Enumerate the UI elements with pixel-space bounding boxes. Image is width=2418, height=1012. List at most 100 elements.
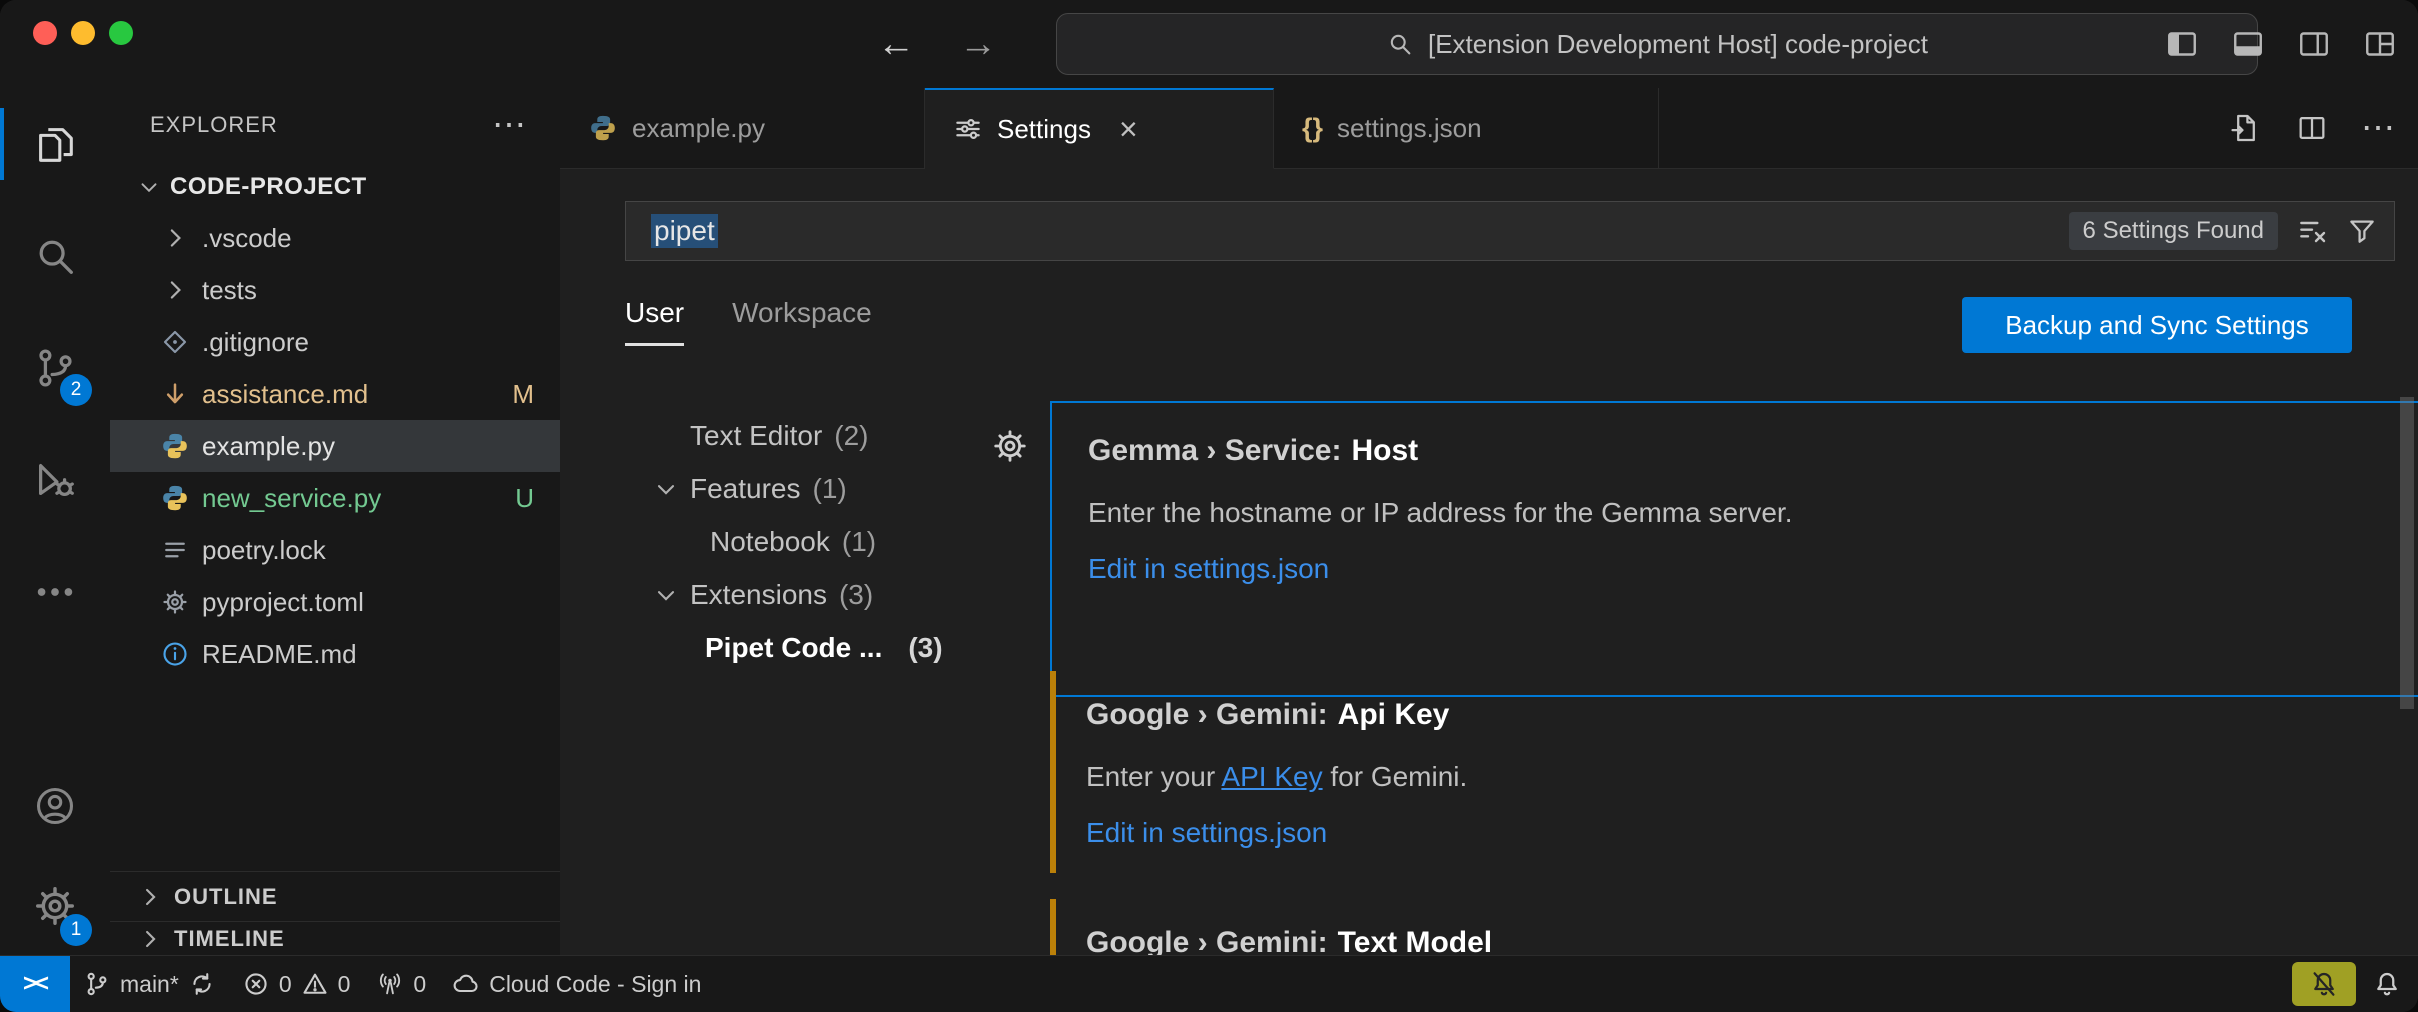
file-name: .vscode <box>202 223 292 254</box>
setting-name: Text Model <box>1338 926 1492 957</box>
toc-label: Features <box>690 473 801 505</box>
python-file-icon <box>588 113 618 143</box>
settings-editor: pipet 6 Settings Found User Workspace Ba… <box>560 169 2418 957</box>
settings-count-badge: 6 Settings Found <box>2069 212 2278 250</box>
api-key-link[interactable]: API Key <box>1221 761 1322 792</box>
close-icon[interactable]: × <box>1119 116 1138 142</box>
setting-item-gemini-text-model[interactable]: Google › Gemini: Text Model <box>1050 895 2418 957</box>
status-bar: >< main* 0 0 0 <box>0 955 2418 1012</box>
back-button[interactable]: ← <box>868 0 924 88</box>
maximize-window-button[interactable] <box>109 21 133 45</box>
file-item-vscode[interactable]: .vscode <box>110 212 560 264</box>
forward-button[interactable]: → <box>950 0 1006 88</box>
file-item-readme-md[interactable]: README.md <box>110 628 560 680</box>
setting-category: Google › Gemini: <box>1086 926 1328 957</box>
chevron-right-icon <box>160 275 190 305</box>
filter-icon[interactable] <box>2346 215 2378 247</box>
chevron-right-icon <box>136 883 164 911</box>
toggle-secondary-sidebar-icon[interactable] <box>2294 24 2334 64</box>
setting-description: Enter your API Key for Gemini. <box>1086 759 2418 795</box>
toc-notebook[interactable]: Notebook (1) <box>625 515 1035 568</box>
setting-description: Enter the hostname or IP address for the… <box>1088 495 2418 531</box>
git-file-icon <box>160 327 190 357</box>
do-not-disturb-item[interactable] <box>2292 962 2356 1006</box>
cloud-code-item[interactable]: Cloud Code - Sign in <box>439 956 714 1012</box>
settings-sliders-icon <box>953 114 983 144</box>
ports-item[interactable]: 0 <box>363 956 439 1012</box>
explorer-sidebar: EXPLORER ⋯ CODE-PROJECT .vscode tests .g… <box>110 88 561 956</box>
setting-item-gemini-api-key[interactable]: Google › Gemini:Api Key Enter your API K… <box>1050 667 2418 877</box>
file-name: poetry.lock <box>202 535 326 566</box>
python-file-icon <box>160 483 190 513</box>
clear-filters-icon[interactable] <box>2296 215 2328 247</box>
explorer-more-actions-icon[interactable]: ⋯ <box>492 115 526 135</box>
project-root-folder[interactable]: CODE-PROJECT <box>110 162 560 212</box>
split-editor-icon[interactable] <box>2294 110 2330 146</box>
toggle-primary-sidebar-icon[interactable] <box>2162 24 2202 64</box>
toc-text-editor[interactable]: Text Editor (2) <box>625 409 1035 462</box>
file-item-gitignore[interactable]: .gitignore <box>110 316 560 368</box>
toc-pipet-code[interactable]: Pipet Code ... (3) <box>625 621 1035 674</box>
activity-explorer[interactable] <box>0 88 110 200</box>
lock-file-icon <box>160 535 190 565</box>
file-item-assistance-md[interactable]: assistance.md M <box>110 368 560 420</box>
file-item-tests[interactable]: tests <box>110 264 560 316</box>
run-debug-icon <box>32 457 78 503</box>
setting-gear-icon[interactable] <box>991 427 1029 465</box>
tab-example-py[interactable]: example.py <box>560 88 925 168</box>
file-item-poetry-lock[interactable]: poetry.lock <box>110 524 560 576</box>
close-window-button[interactable] <box>33 21 57 45</box>
scm-changes-badge: 2 <box>60 374 92 406</box>
scrollbar[interactable] <box>2400 397 2414 709</box>
settings-toc: Text Editor (2) Features (1) Notebook (1… <box>625 409 1035 674</box>
activity-more[interactable] <box>0 536 110 648</box>
backup-sync-settings-button[interactable]: Backup and Sync Settings <box>1962 297 2352 353</box>
tab-workspace[interactable]: Workspace <box>732 297 872 346</box>
editor-more-actions-icon[interactable]: ⋯ <box>2360 110 2396 146</box>
file-item-example-py[interactable]: example.py <box>110 420 560 472</box>
settings-search-input[interactable]: pipet 6 Settings Found <box>625 201 2395 261</box>
edit-in-settings-json-link[interactable]: Edit in settings.json <box>1088 553 1329 585</box>
activity-search[interactable] <box>0 200 110 312</box>
notifications-item[interactable] <box>2366 956 2408 1012</box>
description-text: Enter your <box>1086 761 1221 792</box>
activity-settings[interactable]: 1 <box>0 856 110 956</box>
git-status-badge: M <box>512 379 534 410</box>
setting-title: Google › Gemini:Api Key <box>1086 695 2418 735</box>
git-branch-item[interactable]: main* <box>70 956 229 1012</box>
open-settings-json-icon[interactable] <box>2228 110 2264 146</box>
chevron-down-icon <box>652 581 680 609</box>
toml-gear-icon <box>160 587 190 617</box>
setting-category: Google › Gemini: <box>1086 698 1328 731</box>
file-item-new-service-py[interactable]: new_service.py U <box>110 472 560 524</box>
activity-account[interactable] <box>0 756 110 856</box>
toc-features[interactable]: Features (1) <box>625 462 1035 515</box>
minimize-window-button[interactable] <box>71 21 95 45</box>
cloud-icon <box>452 970 480 998</box>
customize-layout-icon[interactable] <box>2360 24 2400 64</box>
setting-item-gemma-service-host[interactable]: Gemma › Service:Host Enter the hostname … <box>1050 401 2418 697</box>
activity-source-control[interactable]: 2 <box>0 312 110 424</box>
toc-extensions[interactable]: Extensions (3) <box>625 568 1035 621</box>
setting-name: Host <box>1351 434 1418 467</box>
timeline-section-header[interactable]: TIMELINE <box>110 921 560 956</box>
warning-count: 0 <box>338 971 351 998</box>
command-center[interactable]: [Extension Development Host] code-projec… <box>1056 13 2258 75</box>
chevron-right-icon <box>160 223 190 253</box>
search-icon <box>1386 30 1414 58</box>
file-name: pyproject.toml <box>202 587 364 618</box>
remote-indicator[interactable]: >< <box>0 956 70 1012</box>
edit-in-settings-json-link[interactable]: Edit in settings.json <box>1086 817 1327 849</box>
file-name: .gitignore <box>202 327 309 358</box>
file-item-pyproject-toml[interactable]: pyproject.toml <box>110 576 560 628</box>
problems-item[interactable]: 0 0 <box>229 956 364 1012</box>
tab-settings[interactable]: Settings × <box>925 88 1274 169</box>
branch-label: main* <box>120 971 179 998</box>
tab-user[interactable]: User <box>625 297 684 346</box>
tab-settings-json[interactable]: {} settings.json <box>1274 88 1659 168</box>
file-name: new_service.py <box>202 483 381 514</box>
editor-group: example.py Settings × {} settings.json ⋯ <box>560 88 2418 956</box>
outline-section-header[interactable]: OUTLINE <box>110 871 560 922</box>
activity-run-debug[interactable] <box>0 424 110 536</box>
toggle-panel-icon[interactable] <box>2228 24 2268 64</box>
